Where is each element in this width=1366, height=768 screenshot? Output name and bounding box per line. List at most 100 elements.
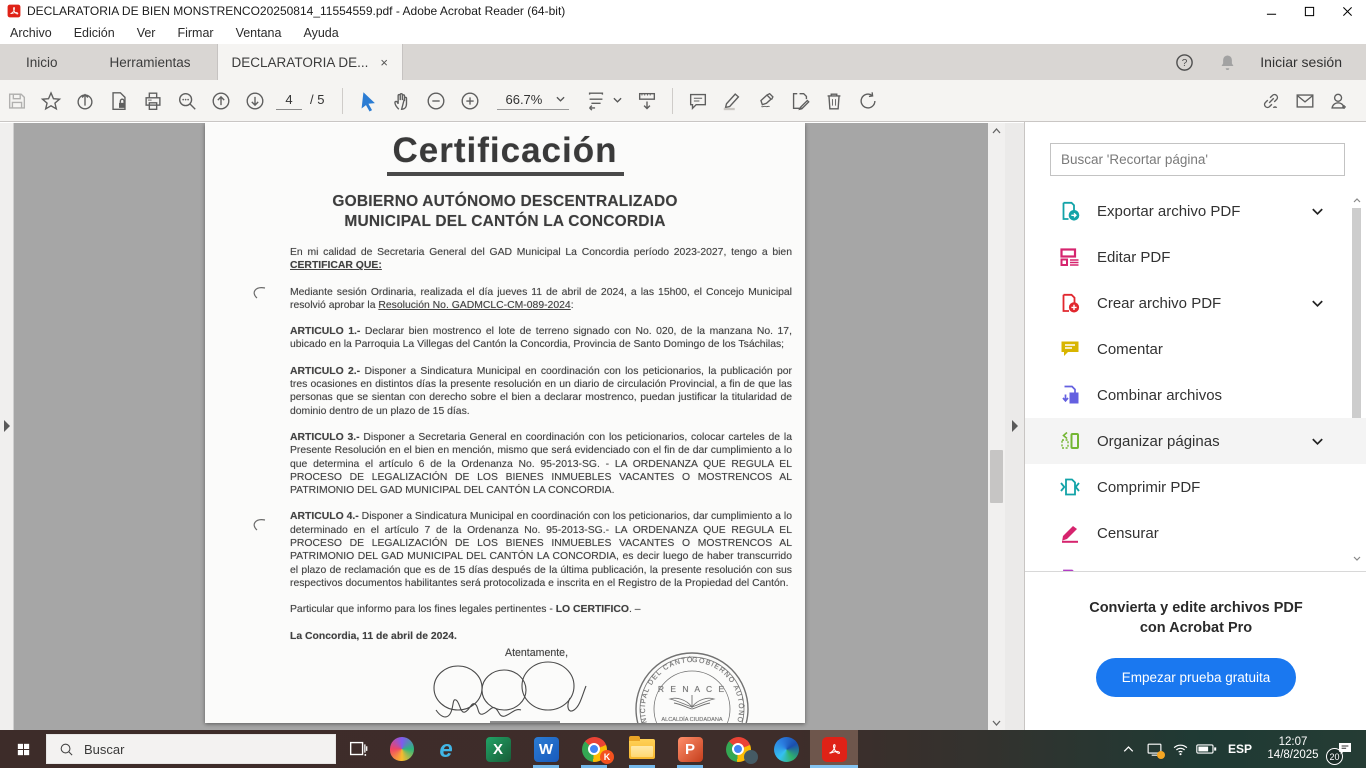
tool-preparar-formulario[interactable]: Preparar formulario	[1025, 556, 1366, 571]
star-icon[interactable]	[34, 84, 68, 118]
sign-pen-icon[interactable]	[749, 84, 783, 118]
notification-dot	[1157, 751, 1165, 759]
task-view-icon[interactable]	[336, 730, 380, 768]
zoom-in-icon[interactable]	[453, 84, 487, 118]
scroll-up-icon[interactable]	[1351, 194, 1363, 206]
tool-exportar-archivo-pdf[interactable]: Exportar archivo PDF	[1025, 188, 1366, 234]
scrollbar-thumb[interactable]	[990, 450, 1003, 503]
expand-tools-panel-handle[interactable]	[1011, 419, 1019, 438]
zoom-level-dropdown[interactable]: 66.7%	[497, 92, 569, 110]
email-icon[interactable]	[1288, 84, 1322, 118]
svg-text:ALCALDÍA CIUDADANA: ALCALDÍA CIUDADANA	[661, 716, 723, 723]
save-icon[interactable]	[0, 84, 34, 118]
battery-icon[interactable]	[1194, 730, 1220, 768]
taskbar-search-box[interactable]: Buscar	[46, 734, 336, 764]
menu-item-edicion[interactable]: Edición	[74, 26, 115, 40]
tool-organizar-paginas[interactable]: Organizar páginas	[1025, 418, 1366, 464]
zoom-out-icon[interactable]	[419, 84, 453, 118]
tools-scrollbar[interactable]	[1351, 194, 1363, 564]
fit-page-icon[interactable]	[630, 84, 664, 118]
scroll-down-icon[interactable]	[988, 715, 1005, 730]
toolbar-separator	[672, 88, 673, 114]
taskbar-app-chrome-k[interactable]: K	[570, 730, 618, 768]
tool-crear-archivo-pdf[interactable]: Crear archivo PDF	[1025, 280, 1366, 326]
notifications-bell-icon[interactable]	[1217, 52, 1238, 73]
organizar-paginas-icon	[1059, 430, 1081, 452]
select-tool-icon[interactable]	[351, 84, 385, 118]
highlighter-icon[interactable]	[715, 84, 749, 118]
refresh-icon[interactable]	[851, 84, 885, 118]
tools-list: Exportar archivo PDFEditar PDFCrear arch…	[1025, 188, 1366, 571]
tools-search-input[interactable]	[1050, 143, 1345, 176]
copilot-icon[interactable]	[380, 730, 424, 768]
page-number-input[interactable]: 4	[276, 92, 302, 110]
taskbar-app-powerpoint[interactable]: P	[666, 730, 714, 768]
menu-item-ayuda[interactable]: Ayuda	[303, 26, 338, 40]
protect-document-icon[interactable]	[102, 84, 136, 118]
scrollbar-thumb[interactable]	[1352, 208, 1361, 418]
taskbar-app-explorer[interactable]	[618, 730, 666, 768]
comentar-icon	[1059, 338, 1081, 360]
sign-in-link[interactable]: Iniciar sesión	[1260, 54, 1342, 70]
delete-pages-icon[interactable]	[817, 84, 851, 118]
minimize-button[interactable]	[1252, 0, 1290, 22]
taskbar-search-placeholder: Buscar	[84, 742, 124, 757]
scan-artifact	[249, 517, 267, 538]
clock[interactable]: 12:07 14/8/2025	[1262, 736, 1324, 762]
exportar-archivo-pdf-icon	[1059, 200, 1081, 222]
taskbar-app-edge[interactable]	[762, 730, 810, 768]
hidden-icons-chevron[interactable]	[1116, 730, 1142, 768]
share-link-icon[interactable]	[1254, 84, 1288, 118]
scroll-down-icon[interactable]	[1351, 552, 1363, 564]
fill-sign-icon[interactable]	[783, 84, 817, 118]
tool-comprimir-pdf[interactable]: Comprimir PDF	[1025, 464, 1366, 510]
document-viewport[interactable]: Certificación GOBIERNO AUTÓNOMO DESCENTR…	[14, 123, 988, 730]
chevron-down-icon[interactable]	[613, 97, 622, 104]
previous-page-icon[interactable]	[204, 84, 238, 118]
tool-comentar[interactable]: Comentar	[1025, 326, 1366, 372]
tool-label: Comentar	[1097, 341, 1163, 358]
action-center-icon[interactable]: 20	[1324, 730, 1366, 768]
language-indicator[interactable]: ESP	[1228, 742, 1252, 756]
document-scrollbar[interactable]	[988, 123, 1005, 730]
print-icon[interactable]	[136, 84, 170, 118]
taskbar-app-excel[interactable]: X	[474, 730, 522, 768]
taskbar-app-chrome[interactable]	[714, 730, 762, 768]
tab-close-icon[interactable]: ×	[380, 55, 388, 70]
taskbar-app-acrobat[interactable]	[810, 730, 858, 768]
next-page-icon[interactable]	[238, 84, 272, 118]
share-upload-icon[interactable]	[68, 84, 102, 118]
tool-editar-pdf[interactable]: Editar PDF	[1025, 234, 1366, 280]
menu-item-ver[interactable]: Ver	[137, 26, 156, 40]
tab-document[interactable]: DECLARATORIA DE... ×	[217, 44, 403, 80]
search-tool-icon[interactable]	[170, 84, 204, 118]
menu-item-ventana[interactable]: Ventana	[236, 26, 282, 40]
chevron-down-icon	[1310, 296, 1325, 311]
start-button[interactable]	[0, 730, 46, 768]
wifi-icon[interactable]	[1168, 730, 1194, 768]
hand-tool-icon[interactable]	[385, 84, 419, 118]
menu-item-archivo[interactable]: Archivo	[10, 26, 52, 40]
tool-censurar[interactable]: Censurar	[1025, 510, 1366, 556]
maximize-button[interactable]	[1290, 0, 1328, 22]
taskbar-app-word[interactable]: W	[522, 730, 570, 768]
help-icon[interactable]: ?	[1174, 52, 1195, 73]
close-button[interactable]	[1328, 0, 1366, 22]
comment-icon[interactable]	[681, 84, 715, 118]
tab-inicio[interactable]: Inicio	[0, 44, 84, 80]
menu-item-firmar[interactable]: Firmar	[177, 26, 213, 40]
tool-combinar-archivos[interactable]: Combinar archivos	[1025, 372, 1366, 418]
expand-left-panel-handle[interactable]	[3, 419, 11, 438]
cast-status-icon[interactable]	[1142, 730, 1168, 768]
document-paragraph-3: ARTICULO 1.- Declarar bien mostrenco el …	[290, 325, 792, 352]
document-title: Certificación	[387, 131, 624, 176]
add-person-icon[interactable]	[1322, 84, 1356, 118]
scan-artifact	[249, 285, 267, 306]
start-free-trial-button[interactable]: Empezar prueba gratuita	[1096, 658, 1297, 697]
scroll-up-icon[interactable]	[988, 123, 1005, 138]
internet-explorer-icon[interactable]: e	[424, 730, 468, 768]
tab-herramientas[interactable]: Herramientas	[84, 44, 217, 80]
acrobat-reader-window: DECLARATORIA DE BIEN MONSTRENCO20250814_…	[0, 0, 1366, 768]
signature	[420, 658, 610, 723]
fit-width-icon[interactable]	[579, 84, 613, 118]
